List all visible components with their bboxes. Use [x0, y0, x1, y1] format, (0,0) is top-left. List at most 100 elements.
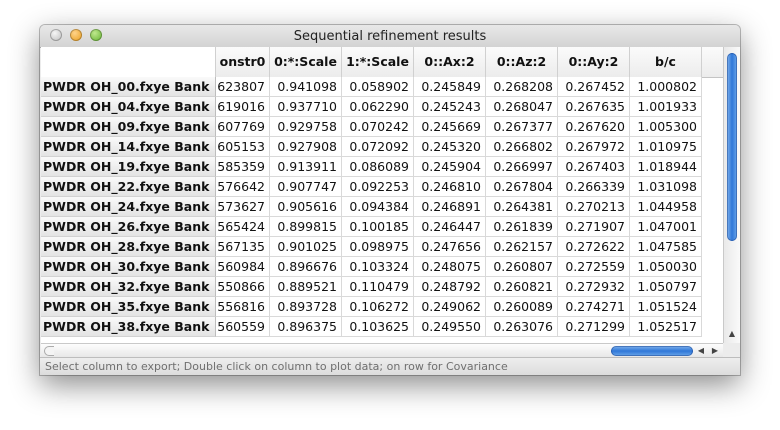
table-cell[interactable]: 0.264381	[486, 197, 558, 217]
table-row[interactable]: PWDR OH_14.fxye Bank 1 605153 0.927908 0.07…	[41, 137, 723, 157]
table-cell[interactable]: 0.941098	[270, 77, 342, 97]
table-cell[interactable]: 0.248792	[414, 277, 486, 297]
vertical-scrollbar[interactable]: ▲ ▼	[723, 47, 740, 367]
table-cell[interactable]: 0.270213	[558, 197, 630, 217]
table-cell[interactable]: 0.267452	[558, 77, 630, 97]
table-cell[interactable]: 0.267620	[558, 117, 630, 137]
table-cell[interactable]: 0.260807	[486, 257, 558, 277]
table-cell[interactable]: 0.260089	[486, 297, 558, 317]
table-cell[interactable]: 0.062290	[342, 97, 414, 117]
table-cell[interactable]: 1.050797	[630, 277, 702, 297]
arrow-up-icon[interactable]: ▲	[724, 327, 740, 340]
table-cell[interactable]: 573627	[216, 197, 270, 217]
table-cell[interactable]: 0.086089	[342, 157, 414, 177]
table-cell[interactable]: 560984	[216, 257, 270, 277]
table-cell[interactable]: 0.896375	[270, 317, 342, 337]
table-cell[interactable]: 0.907747	[270, 177, 342, 197]
column-header[interactable]: 0::Ay:2	[558, 47, 630, 77]
table-cell[interactable]: 1.047585	[630, 237, 702, 257]
row-header[interactable]: PWDR OH_30.fxye Bank 1	[41, 257, 216, 277]
table-cell[interactable]: 1.044958	[630, 197, 702, 217]
row-header[interactable]: PWDR OH_09.fxye Bank 1	[41, 117, 216, 137]
table-cell[interactable]: 0.274271	[558, 297, 630, 317]
table-cell[interactable]: 0.249062	[414, 297, 486, 317]
column-header[interactable]: 0:*:Scale	[270, 47, 342, 77]
table-cell[interactable]: 0.267635	[558, 97, 630, 117]
table-cell[interactable]: 0.267403	[558, 157, 630, 177]
table-cell[interactable]: 0.263076	[486, 317, 558, 337]
table-cell[interactable]: 550866	[216, 277, 270, 297]
table-cell[interactable]: 0.268208	[486, 77, 558, 97]
table-row[interactable]: PWDR OH_30.fxye Bank 1 560984 0.896676 0.10…	[41, 257, 723, 277]
table-cell[interactable]: 0.266802	[486, 137, 558, 157]
table-cell[interactable]: 0.899815	[270, 217, 342, 237]
table-cell[interactable]: 0.100185	[342, 217, 414, 237]
table-cell[interactable]: 605153	[216, 137, 270, 157]
table-cell[interactable]: 567135	[216, 237, 270, 257]
table-row[interactable]: PWDR OH_24.fxye Bank 1 573627 0.905616 0.09…	[41, 197, 723, 217]
table-row[interactable]: PWDR OH_26.fxye Bank 1 565424 0.899815 0.10…	[41, 217, 723, 237]
table-row[interactable]: PWDR OH_19.fxye Bank 1 585359 0.913911 0.08…	[41, 157, 723, 177]
row-header[interactable]: PWDR OH_00.fxye Bank 1	[41, 77, 216, 97]
table-cell[interactable]: 1.051524	[630, 297, 702, 317]
table-cell[interactable]: 1.047001	[630, 217, 702, 237]
table-cell[interactable]: 0.092253	[342, 177, 414, 197]
table-cell[interactable]: 0.927908	[270, 137, 342, 157]
row-header[interactable]: PWDR OH_35.fxye Bank 1	[41, 297, 216, 317]
table-cell[interactable]: 0.266339	[558, 177, 630, 197]
table-row[interactable]: PWDR OH_35.fxye Bank 1 556816 0.893728 0.10…	[41, 297, 723, 317]
table-cell[interactable]: 0.937710	[270, 97, 342, 117]
table-cell[interactable]: 0.267972	[558, 137, 630, 157]
table-cell[interactable]: 0.103324	[342, 257, 414, 277]
table-cell[interactable]: 0.245669	[414, 117, 486, 137]
table-cell[interactable]: 0.094384	[342, 197, 414, 217]
table-cell[interactable]: 0.072092	[342, 137, 414, 157]
title-bar[interactable]: Sequential refinement results	[40, 25, 740, 48]
table-cell[interactable]: 619016	[216, 97, 270, 117]
table-cell[interactable]: 0.260821	[486, 277, 558, 297]
arrow-left-icon[interactable]: ◀	[694, 344, 708, 358]
table-cell[interactable]: 0.889521	[270, 277, 342, 297]
table-cell[interactable]: 0.913911	[270, 157, 342, 177]
row-header[interactable]: PWDR OH_32.fxye Bank 1	[41, 277, 216, 297]
column-header[interactable]: b/c	[630, 47, 702, 77]
table-cell[interactable]: 0.246447	[414, 217, 486, 237]
row-header[interactable]: PWDR OH_14.fxye Bank 1	[41, 137, 216, 157]
table-cell[interactable]: 0.271907	[558, 217, 630, 237]
row-header[interactable]: PWDR OH_19.fxye Bank 1	[41, 157, 216, 177]
table-cell[interactable]: 0.893728	[270, 297, 342, 317]
table-row[interactable]: PWDR OH_00.fxye Bank 1 623807 0.941098 0.05…	[41, 77, 723, 97]
table-cell[interactable]: 0.929758	[270, 117, 342, 137]
horizontal-scroll-thumb[interactable]	[611, 346, 693, 356]
results-table[interactable]: onstr0 0:*:Scale 1:*:Scale 0::Ax:2 0::Az:2 0:…	[41, 47, 723, 367]
table-cell[interactable]: 0.272932	[558, 277, 630, 297]
table-cell[interactable]: 0.272622	[558, 237, 630, 257]
table-cell[interactable]: 0.261839	[486, 217, 558, 237]
column-header[interactable]: 0::Ax:2	[414, 47, 486, 77]
table-cell[interactable]: 1.001933	[630, 97, 702, 117]
table-cell[interactable]: 0.246810	[414, 177, 486, 197]
table-cell[interactable]: 556816	[216, 297, 270, 317]
table-cell[interactable]: 1.000802	[630, 77, 702, 97]
table-cell[interactable]: 623807	[216, 77, 270, 97]
row-header[interactable]: PWDR OH_22.fxye Bank 1	[41, 177, 216, 197]
table-cell[interactable]: 1.052517	[630, 317, 702, 337]
table-cell[interactable]: 0.901025	[270, 237, 342, 257]
row-header[interactable]: PWDR OH_04.fxye Bank 1	[41, 97, 216, 117]
table-cell[interactable]: 607769	[216, 117, 270, 137]
table-cell[interactable]: 0.058902	[342, 77, 414, 97]
table-cell[interactable]: 0.110479	[342, 277, 414, 297]
table-cell[interactable]: 0.106272	[342, 297, 414, 317]
table-row[interactable]: PWDR OH_32.fxye Bank 1 550866 0.889521 0.11…	[41, 277, 723, 297]
table-row[interactable]: PWDR OH_38.fxye Bank 1 560559 0.896375 0.10…	[41, 317, 723, 337]
column-header[interactable]: 1:*:Scale	[342, 47, 414, 77]
table-cell[interactable]: 1.031098	[630, 177, 702, 197]
table-cell[interactable]: 0.245243	[414, 97, 486, 117]
table-cell[interactable]: 1.050030	[630, 257, 702, 277]
horizontal-scrollbar[interactable]: ◀ ▶	[41, 343, 723, 358]
column-header[interactable]: onstr0	[216, 47, 270, 77]
table-cell[interactable]: 0.245904	[414, 157, 486, 177]
table-cell[interactable]: 0.268047	[486, 97, 558, 117]
arrow-right-icon[interactable]: ▶	[708, 344, 722, 358]
table-cell[interactable]: 0.267804	[486, 177, 558, 197]
